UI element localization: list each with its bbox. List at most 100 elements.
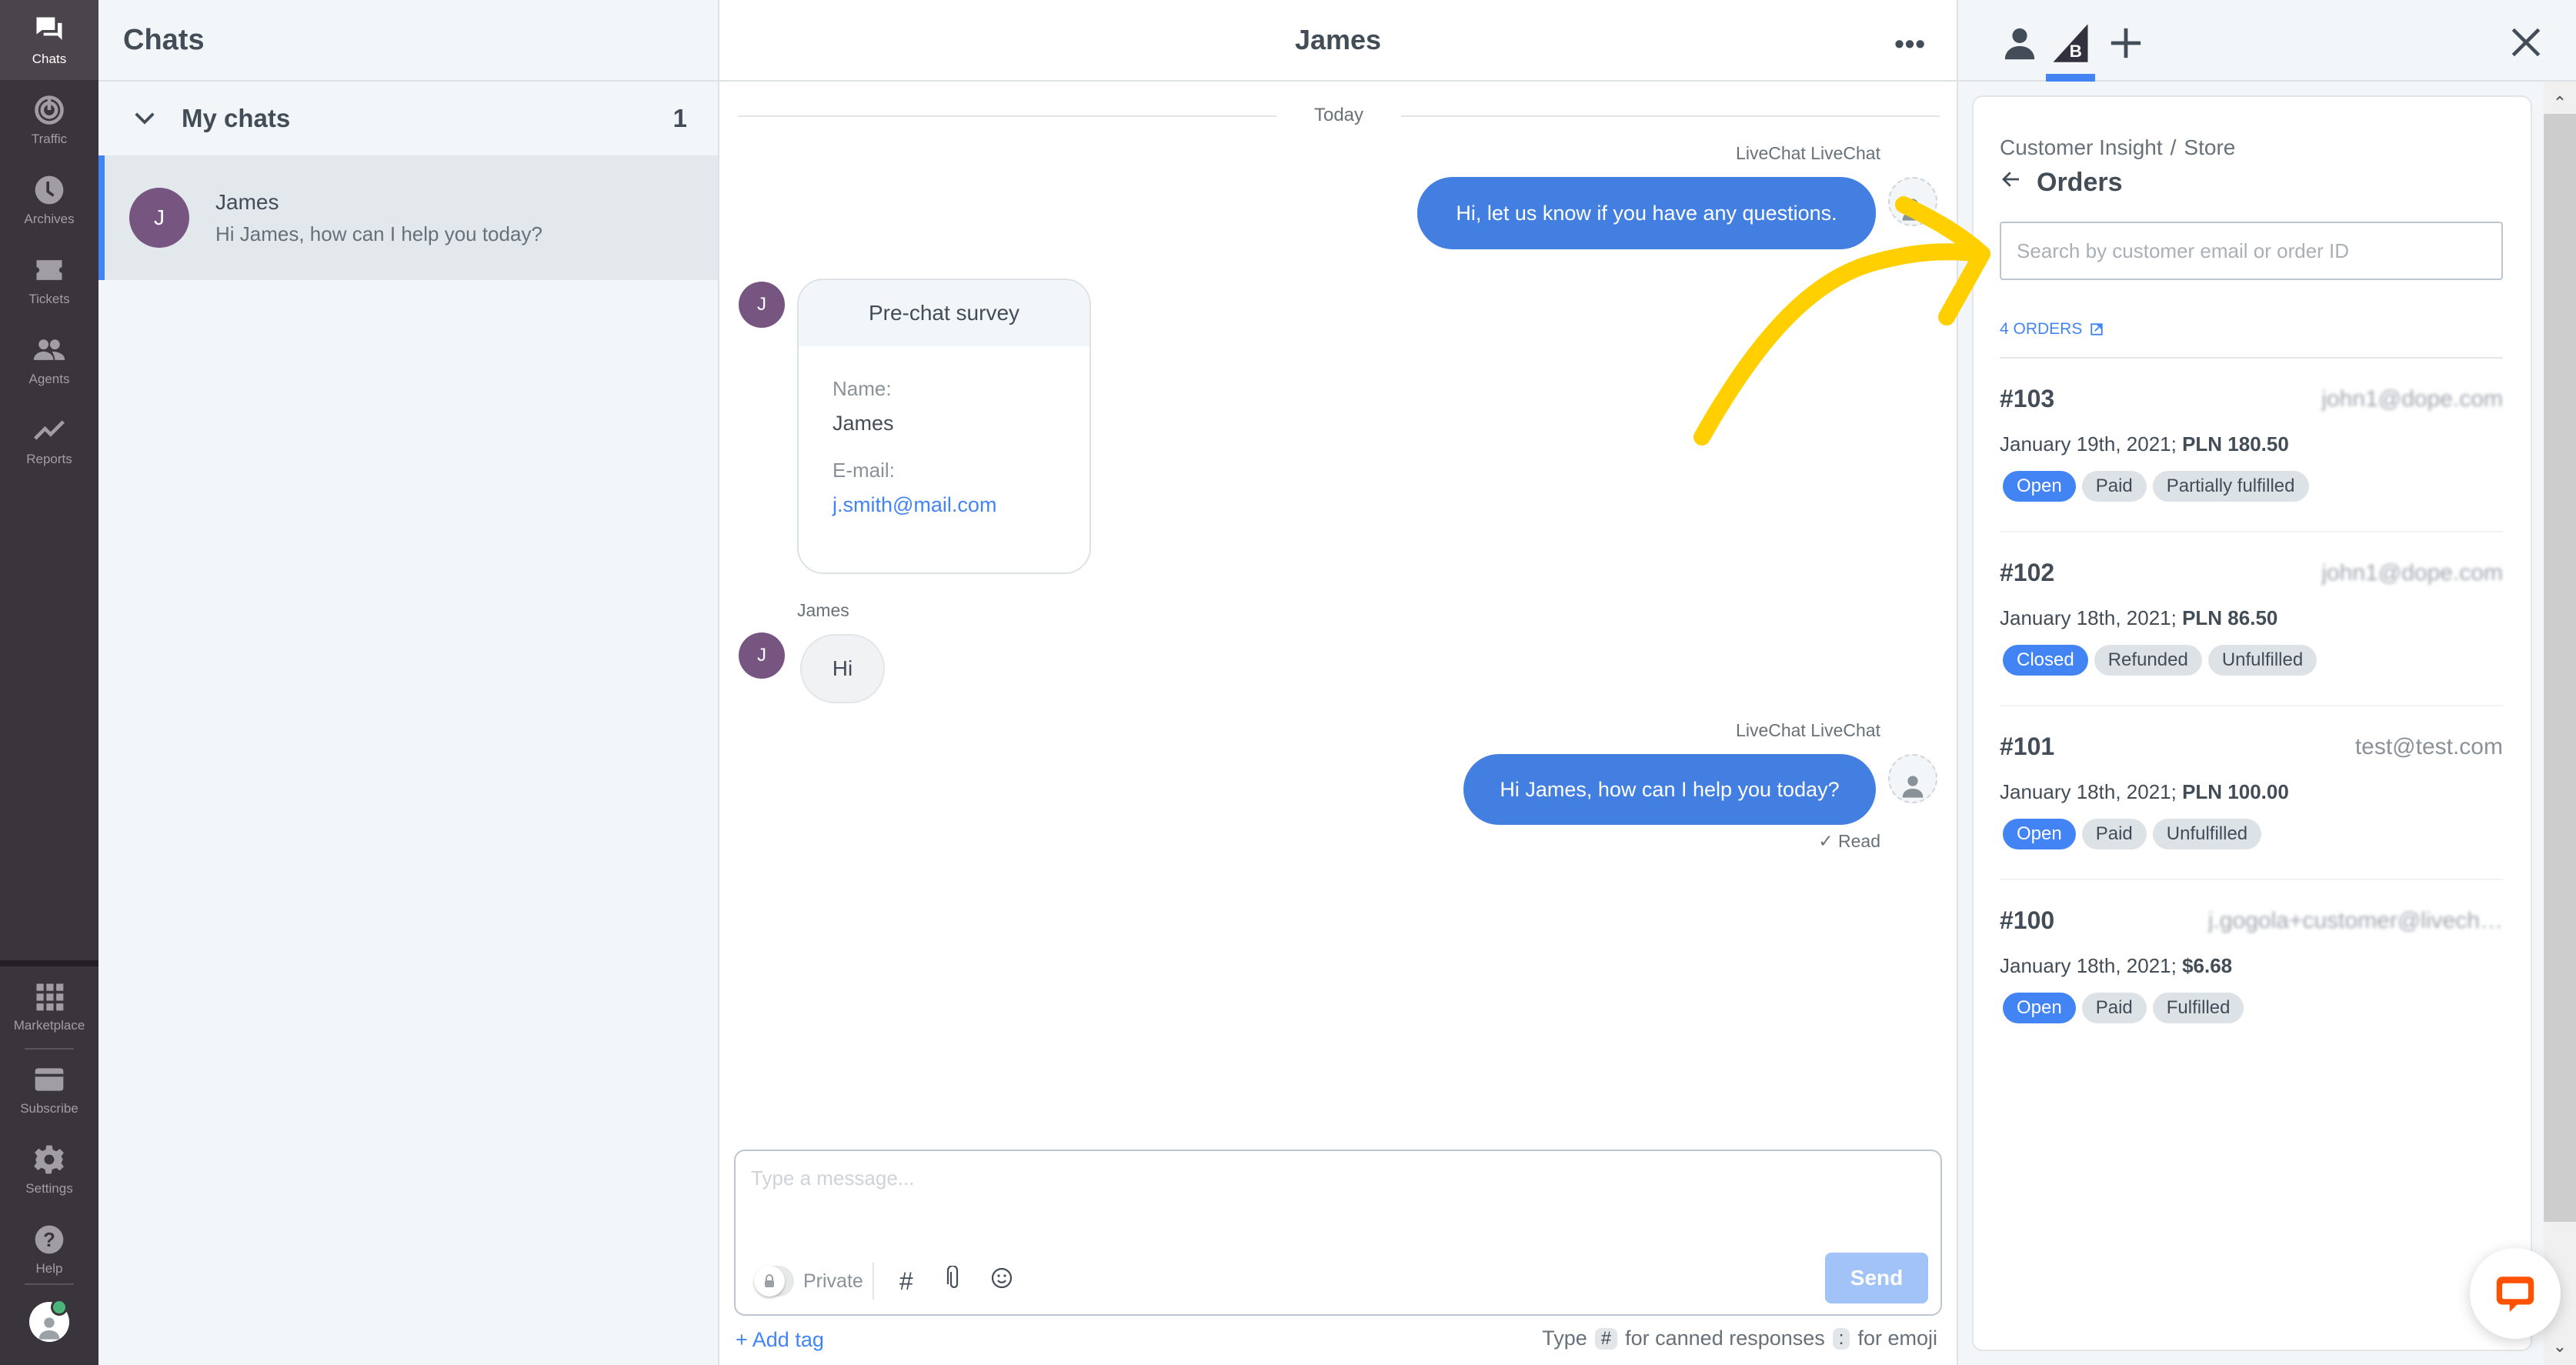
order-date: January 18th, 2021;	[2000, 780, 2177, 803]
message-sender: LiveChat LiveChat	[1736, 143, 1880, 163]
order-row[interactable]: #101 test@test.com January 18th, 2021; P…	[2000, 706, 2503, 880]
nav-item-help[interactable]: ? Help	[0, 1210, 98, 1290]
order-amount: $6.68	[2182, 954, 2233, 977]
order-customer-email: john1@dope.com	[2321, 386, 2503, 412]
close-panel-button[interactable]	[2507, 23, 2545, 62]
nav-item-traffic[interactable]: Traffic	[0, 80, 98, 160]
tab-customer[interactable]	[1998, 22, 2041, 65]
nav-item-reports[interactable]: Reports	[0, 400, 98, 480]
fulfillment-status-badge: Fulfilled	[2152, 993, 2244, 1023]
fulfillment-status-badge: Unfulfilled	[2207, 645, 2317, 676]
radar-icon	[35, 95, 64, 125]
order-status-badge: Open	[2003, 993, 2076, 1023]
order-id[interactable]: #100	[2000, 906, 2054, 935]
livechat-widget-button[interactable]	[2470, 1248, 2561, 1339]
read-receipt: ✓ Read	[1818, 831, 1880, 852]
order-row[interactable]: #102 john1@dope.com January 18th, 2021; …	[2000, 532, 2503, 706]
breadcrumb-item[interactable]: Store	[2184, 135, 2235, 159]
person-icon	[1902, 776, 1924, 798]
day-separator: Today	[738, 105, 1940, 128]
order-date-amount: January 18th, 2021; PLN 86.50	[2000, 606, 2277, 630]
order-id[interactable]: #103	[2000, 385, 2054, 413]
agent-avatar	[1888, 177, 1937, 226]
selected-indicator	[98, 155, 105, 280]
orders-heading: Orders	[2000, 168, 2123, 198]
more-options-icon[interactable]: •••	[1894, 28, 1926, 60]
nav-item-marketplace[interactable]: Marketplace	[0, 966, 98, 1046]
order-row[interactable]: #100 j.gogola+customer@livech… January 1…	[2000, 880, 2503, 1054]
clock-icon	[35, 175, 64, 205]
scrollbar-thumb[interactable]	[2544, 114, 2576, 1222]
hint-text: for canned responses	[1625, 1327, 1825, 1350]
message-text: Hi James, how can I help you today?	[1500, 777, 1840, 801]
read-status: Read	[1838, 831, 1880, 851]
customer-avatar: J	[739, 632, 785, 679]
tab-bigcommerce[interactable]: B	[2046, 22, 2095, 82]
nav-item-chats[interactable]: Chats	[0, 0, 98, 80]
customer-details-panel: B Customer Insight / Store Orders 4 ORDERS	[1958, 0, 2576, 1365]
order-customer-email: j.gogola+customer@livech…	[2207, 908, 2503, 933]
agent-avatar	[1888, 754, 1937, 803]
nav-label: Subscribe	[20, 1101, 78, 1116]
orders-count-link[interactable]: 4 ORDERS	[2000, 320, 2104, 339]
nav-item-agents[interactable]: Agents	[0, 320, 98, 400]
person-icon	[38, 1317, 60, 1340]
order-date: January 19th, 2021;	[2000, 432, 2177, 456]
order-id[interactable]: #102	[2000, 559, 2054, 587]
survey-field-label: Name:	[833, 377, 892, 400]
details-tabs: B	[1958, 0, 2576, 82]
nav-item-settings[interactable]: Settings	[0, 1130, 98, 1210]
nav-divider	[25, 1283, 74, 1285]
scroll-down-arrow-icon[interactable]: ⌄	[2544, 1331, 2576, 1362]
survey-title: Pre-chat survey	[799, 280, 1089, 346]
order-search-input[interactable]	[2000, 222, 2503, 280]
payment-status-badge: Paid	[2081, 471, 2147, 502]
message-input[interactable]	[751, 1166, 1905, 1243]
order-row[interactable]: #103 john1@dope.com January 19th, 2021; …	[2000, 359, 2503, 532]
private-label: Private	[803, 1263, 874, 1300]
nav-label: Help	[35, 1261, 63, 1276]
close-icon	[2511, 28, 2541, 57]
svg-text:?: ?	[43, 1230, 55, 1251]
back-arrow-icon[interactable]	[2000, 168, 2023, 198]
chat-header: James •••	[719, 0, 1957, 82]
message-sender: James	[797, 600, 849, 620]
nav-separator	[0, 960, 98, 966]
online-status-dot	[51, 1299, 68, 1316]
nav-item-tickets[interactable]: Tickets	[0, 240, 98, 320]
order-status-badge: Closed	[2003, 645, 2088, 676]
payment-status-badge: Refunded	[2094, 645, 2202, 676]
canned-responses-hash-icon[interactable]: #	[891, 1267, 922, 1296]
payment-status-badge: Paid	[2081, 993, 2147, 1023]
survey-email-link[interactable]: j.smith@mail.com	[833, 493, 1056, 517]
attachment-paperclip-icon[interactable]	[939, 1264, 969, 1297]
add-tag-link[interactable]: + Add tag	[736, 1328, 824, 1352]
private-mode-toggle[interactable]	[754, 1266, 794, 1297]
bigcommerce-logo-icon: B	[2053, 24, 2088, 62]
send-button[interactable]: Send	[1825, 1253, 1928, 1303]
order-id[interactable]: #101	[2000, 733, 2054, 761]
nav-item-subscribe[interactable]: Subscribe	[0, 1050, 98, 1130]
external-link-icon	[2090, 323, 2104, 335]
nav-item-archives[interactable]: Archives	[0, 160, 98, 240]
order-date-amount: January 18th, 2021; $6.68	[2000, 954, 2232, 978]
message-composer: Private # Send	[734, 1150, 1942, 1316]
emoji-smiley-icon[interactable]	[986, 1267, 1017, 1296]
breadcrumb-separator: /	[2170, 135, 2177, 159]
hint-text: Type	[1542, 1327, 1587, 1350]
ticket-icon	[36, 260, 62, 280]
customer-message-bubble: Hi	[800, 634, 885, 703]
credit-card-icon	[35, 1068, 64, 1091]
customer-avatar: J	[129, 188, 189, 248]
chat-customer-name: James	[215, 189, 279, 214]
chat-bubbles-icon	[36, 17, 62, 40]
group-label: My chats	[182, 104, 291, 132]
fulfillment-status-badge: Unfulfilled	[2152, 819, 2262, 849]
tab-add-app[interactable]	[2104, 22, 2147, 65]
chat-list-item[interactable]: J James Hi James, how can I help you tod…	[98, 155, 718, 280]
my-chats-group-header[interactable]: My chats 1	[98, 82, 718, 155]
breadcrumb-item[interactable]: Customer Insight	[2000, 135, 2163, 159]
group-count: 1	[672, 104, 687, 132]
message-sender: LiveChat LiveChat	[1736, 720, 1880, 740]
right-panel-scrollbar[interactable]: ⌃ ⌄	[2544, 82, 2576, 1365]
